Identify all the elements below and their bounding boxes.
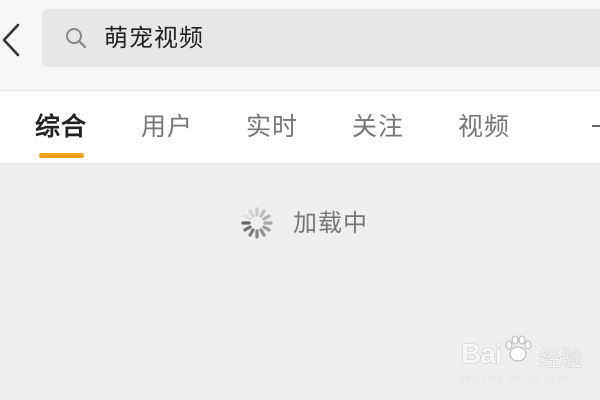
search-results-screen: 萌宠视频 综合 用户 实时 关注 视频 加载中 Bai 经验 jingyan.b… [0, 0, 600, 400]
search-query-text: 萌宠视频 [104, 24, 204, 52]
watermark-brand: Bai [461, 338, 503, 369]
watermark-suffix: 经验 [539, 347, 584, 372]
more-tabs-icon [592, 125, 600, 127]
loading-text: 加载中 [293, 209, 368, 237]
tab-following[interactable]: 关注 [352, 110, 404, 144]
watermark-url: jingyan.baidu.com [459, 374, 569, 385]
active-tab-indicator [39, 153, 84, 158]
tab-video[interactable]: 视频 [458, 110, 510, 144]
tab-realtime[interactable]: 实时 [246, 110, 298, 144]
back-button[interactable] [0, 16, 30, 64]
baidu-paw-icon [505, 335, 532, 362]
tab-users[interactable]: 用户 [141, 110, 193, 144]
more-tabs-button[interactable] [590, 116, 600, 136]
baidu-jingyan-watermark: Bai 经验 jingyan.baidu.com [455, 330, 595, 392]
tab-bar: 综合 用户 实时 关注 视频 [0, 90, 600, 164]
loading-spinner-icon [241, 207, 273, 239]
search-header: 萌宠视频 [0, 0, 600, 90]
tab-comprehensive[interactable]: 综合 [35, 110, 87, 144]
search-input[interactable]: 萌宠视频 [42, 9, 600, 67]
back-arrow-icon [2, 23, 20, 57]
search-icon [66, 28, 87, 49]
